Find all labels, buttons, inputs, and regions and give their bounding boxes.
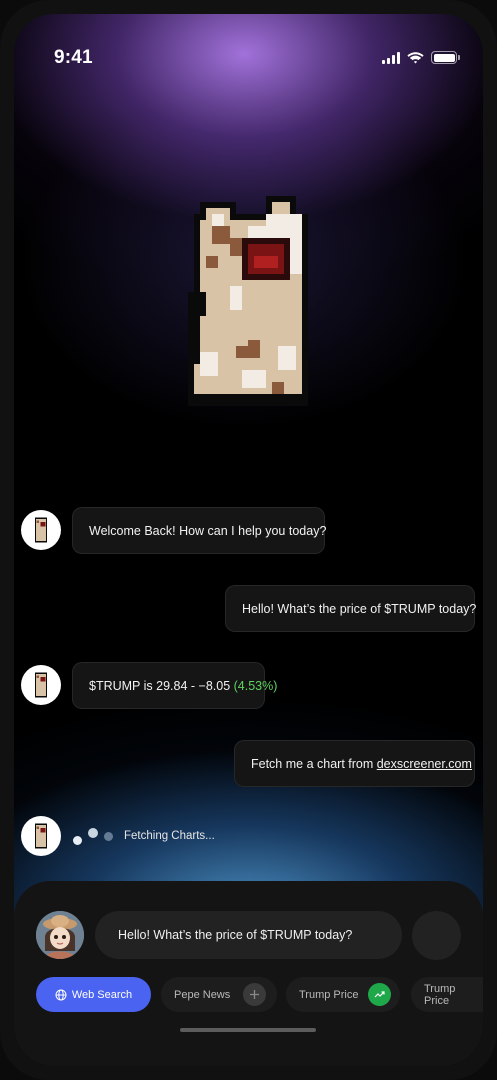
composer-panel: Hello! What’s the price of $TRUMP today?… xyxy=(14,881,483,1066)
dexscreener-link[interactable]: dexscreener.com xyxy=(377,757,472,771)
plus-icon xyxy=(243,983,266,1006)
message-input-value: Hello! What’s the price of $TRUMP today? xyxy=(118,928,353,942)
battery-icon xyxy=(431,51,460,64)
chip-pepe-news[interactable]: Pepe News xyxy=(161,977,277,1012)
chip-trump-price-2[interactable]: Trump Price xyxy=(411,977,483,1012)
chip-label: Trump Price xyxy=(424,982,456,1007)
signal-icon xyxy=(382,51,400,64)
bot-message-bubble: $TRUMP is 29.84 - −8.05 (4.53%) xyxy=(72,662,277,709)
message-text-prefix: Fetch me a chart from xyxy=(251,756,377,771)
message-text: $TRUMP is 29.84 - −8.05 (4.53%) xyxy=(89,679,277,693)
message-text: Hello! What’s the price of $TRUMP today? xyxy=(242,601,477,616)
pixel-cat-icon xyxy=(35,672,47,698)
user-message-bubble: Fetch me a chart from dexscreener.com xyxy=(234,740,475,787)
pixel-cat-icon xyxy=(188,196,308,406)
typing-indicator xyxy=(72,826,122,856)
app-screen: 9:41 Welcome Back! How can I help you to… xyxy=(14,14,483,1066)
user-message-bubble: Hello! What’s the price of $TRUMP today? xyxy=(225,585,477,632)
price-change: (4.53%) xyxy=(233,678,278,693)
pixel-cat-icon xyxy=(35,517,47,543)
phone-frame: 9:41 Welcome Back! How can I help you to… xyxy=(0,0,497,1080)
chip-label: Web Search xyxy=(71,988,133,1001)
trend-up-icon xyxy=(368,983,391,1006)
status-time: 9:41 xyxy=(54,47,93,68)
price-text: $TRUMP is 29.84 - −8.05 xyxy=(89,678,234,693)
user-avatar[interactable] xyxy=(36,911,84,959)
chip-web-search[interactable]: Web Search xyxy=(36,977,151,1012)
chip-trump-price[interactable]: Trump Price xyxy=(286,977,400,1012)
bot-message-bubble: Welcome Back! How can I help you today? xyxy=(72,507,327,554)
wifi-icon xyxy=(407,51,424,63)
bot-avatar xyxy=(21,665,61,705)
home-indicator xyxy=(180,1028,316,1032)
suggestion-chips: Web Search Pepe News Trump Price Trump P… xyxy=(36,977,483,1012)
chip-label: Trump Price xyxy=(299,988,359,1001)
bot-avatar xyxy=(21,816,61,856)
chip-label: Pepe News xyxy=(174,988,231,1001)
send-button[interactable] xyxy=(412,911,461,960)
globe-icon xyxy=(55,989,67,1000)
pixel-cat-icon xyxy=(35,823,47,849)
message-input[interactable]: Hello! What’s the price of $TRUMP today? xyxy=(95,911,402,959)
bot-avatar xyxy=(21,510,61,550)
fetching-status: Fetching Charts... xyxy=(124,830,215,842)
message-text: Welcome Back! How can I help you today? xyxy=(89,523,327,538)
message-text: Fetch me a chart from dexscreener.com xyxy=(251,757,472,771)
status-icons xyxy=(382,51,460,64)
user-avatar-image xyxy=(36,911,84,959)
